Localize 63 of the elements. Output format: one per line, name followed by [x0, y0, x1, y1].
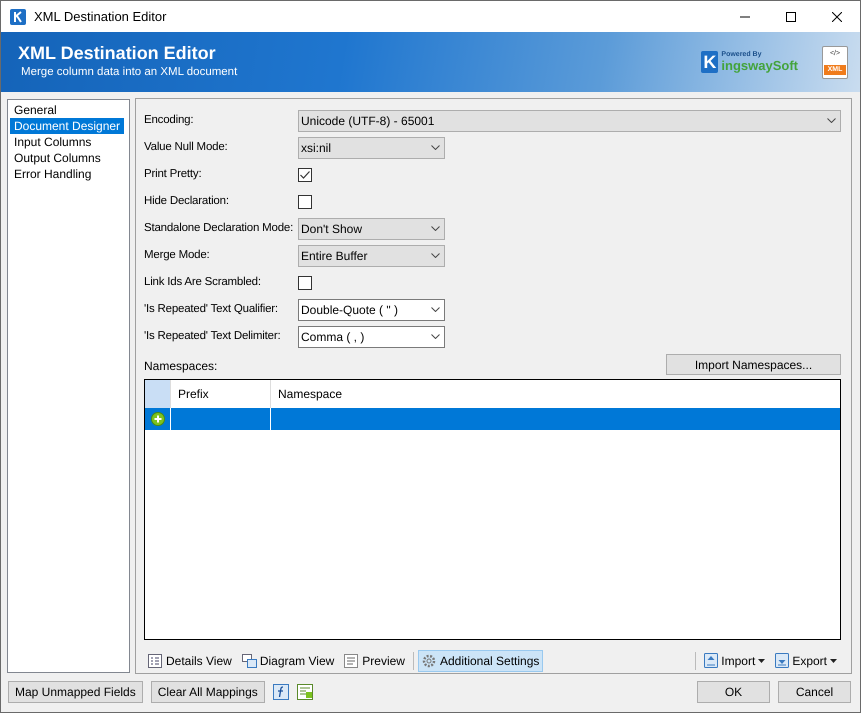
row-header-corner — [145, 380, 171, 408]
field-label: Merge Mode: — [144, 248, 211, 263]
banner-title: XML Destination Editor — [18, 42, 217, 64]
sidebar-item[interactable]: General — [10, 102, 61, 118]
chevron-down-icon — [431, 145, 440, 150]
function-icon[interactable] — [272, 684, 289, 700]
chevron-down-icon — [431, 226, 440, 231]
dialog-button[interactable]: Cancel — [778, 681, 851, 703]
checkbox[interactable] — [298, 194, 312, 208]
view-tab[interactable]: Diagram View — [238, 650, 338, 672]
app-icon — [10, 8, 26, 24]
field-label: Encoding: — [144, 112, 194, 128]
check-icon — [300, 170, 310, 178]
footer-button[interactable]: Map Unmapped Fields — [8, 681, 143, 703]
field-label: 'Is Repeated' Text Delimiter: — [144, 328, 282, 344]
sidebar-item[interactable]: Output Columns — [10, 150, 105, 166]
export-icon — [775, 653, 790, 668]
table-icon[interactable] — [296, 684, 313, 700]
column-header: Namespace — [277, 386, 344, 403]
details-view-icon — [148, 654, 163, 668]
menu-button[interactable]: Import — [700, 650, 770, 672]
dropdown[interactable]: Entire Buffer — [298, 244, 445, 266]
dropdown[interactable]: Double-Quote ( " ) — [298, 298, 445, 320]
dialog-button[interactable]: OK — [697, 681, 770, 703]
window-title: XML Destination Editor — [34, 8, 166, 26]
caret-down-icon — [758, 658, 766, 662]
chevron-down-icon — [431, 253, 440, 258]
gear-icon — [422, 654, 437, 668]
field-label: 'Is Repeated' Text Qualifier: — [144, 302, 279, 317]
field-label: Standalone Declaration Mode: — [144, 220, 294, 236]
sidebar-item[interactable]: Document Designer — [10, 118, 124, 134]
section-label: Namespaces: — [144, 358, 218, 375]
sidebar-item[interactable]: Input Columns — [10, 134, 96, 150]
dropdown[interactable]: xsi:nil — [298, 136, 445, 158]
import-icon — [704, 653, 718, 668]
banner-subtitle: Merge column data into an XML document — [21, 65, 238, 80]
checkbox[interactable] — [298, 276, 312, 290]
import-namespaces-button[interactable]: Import Namespaces... — [666, 354, 841, 375]
dropdown[interactable]: Don't Show — [298, 218, 445, 240]
field-label: Link Ids Are Scrambled: — [144, 274, 262, 290]
diagram-view-icon — [242, 654, 257, 668]
view-tab[interactable]: Preview — [340, 650, 409, 672]
logo-mark: K — [701, 51, 718, 73]
field-label: Hide Declaration: — [144, 194, 230, 209]
sidebar-item[interactable]: Error Handling — [10, 166, 96, 182]
chevron-down-icon — [431, 334, 440, 339]
maximize-icon — [786, 12, 796, 22]
field-label: Value Null Mode: — [144, 140, 229, 155]
close-icon — [832, 12, 842, 22]
chevron-down-icon — [827, 118, 836, 123]
footer-button[interactable]: Clear All Mappings — [150, 681, 265, 703]
add-icon — [150, 412, 164, 426]
chevron-down-icon — [431, 307, 440, 312]
dropdown[interactable]: Comma ( , ) — [298, 326, 445, 348]
menu-button[interactable]: Export — [771, 650, 841, 672]
view-tab[interactable]: Additional Settings — [418, 650, 544, 672]
logo-name: ingswaySoft — [721, 59, 798, 73]
view-tab[interactable]: Details View — [144, 650, 236, 672]
caret-down-icon — [830, 658, 837, 662]
field-label: Print Pretty: — [144, 166, 202, 182]
preview-icon — [344, 654, 360, 668]
dropdown[interactable]: Unicode (UTF-8) - 65001 — [298, 110, 841, 132]
checkbox[interactable] — [298, 168, 312, 182]
